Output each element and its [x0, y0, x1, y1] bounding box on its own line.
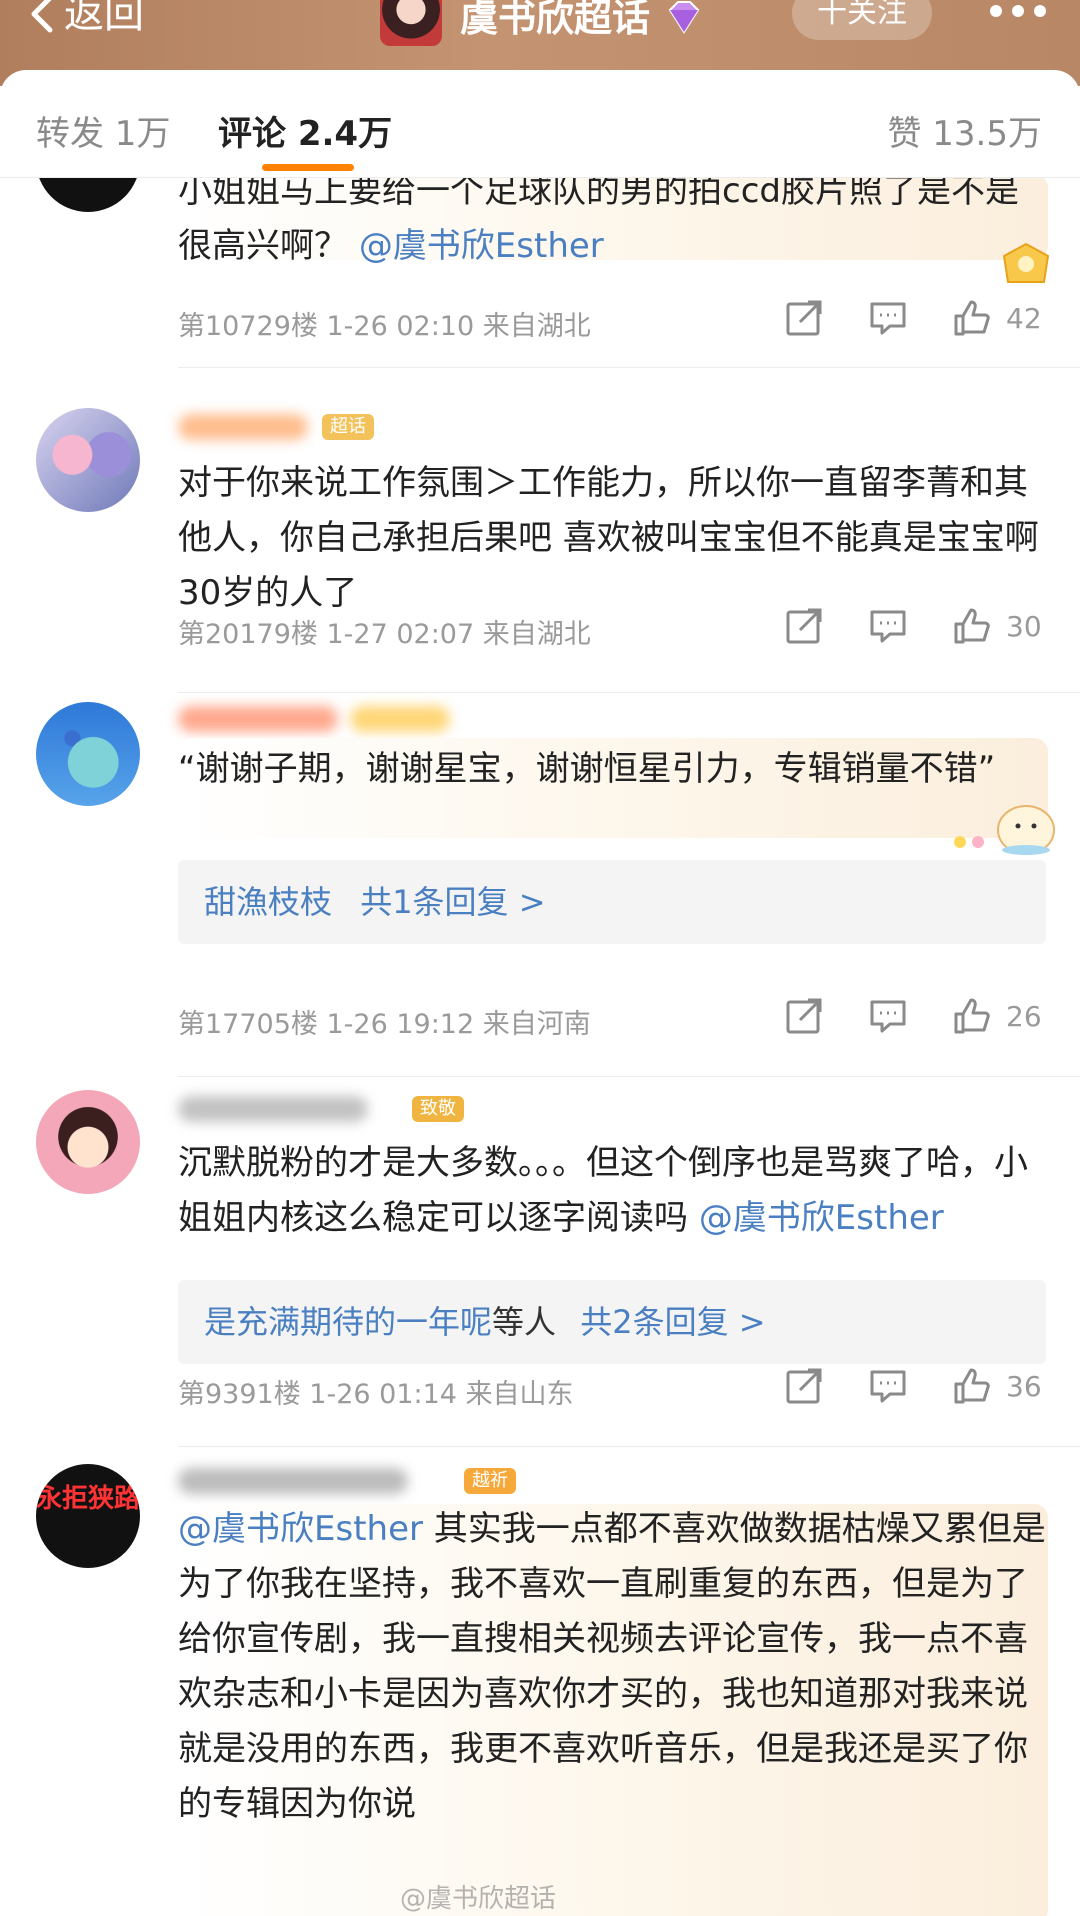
- active-tab-indicator: [262, 164, 354, 171]
- back-label: 返回: [64, 0, 144, 37]
- back-button[interactable]: 返回: [28, 0, 144, 36]
- diamond-badge-icon: [668, 1, 700, 34]
- share-icon[interactable]: [784, 996, 824, 1036]
- comment-item: 小姐姐马上要给一个足球队的男的拍ccd胶片照了是不是很高兴啊？ @虞书欣Esth…: [0, 178, 1080, 368]
- avatar[interactable]: [36, 408, 140, 512]
- comment-actions: 36: [784, 1366, 1042, 1406]
- comment-meta: 第20179楼 1-27 02:07 来自湖北: [178, 619, 591, 650]
- reply-icon[interactable]: [868, 606, 908, 646]
- topic-avatar: [380, 0, 442, 46]
- badge-blurred: [350, 706, 450, 732]
- reply-user[interactable]: 是充满期待的一年呢: [204, 1303, 492, 1341]
- comment-actions: 30: [784, 606, 1042, 646]
- reply-count[interactable]: 共1条回复 >: [360, 883, 545, 921]
- like-count: 36: [1006, 1369, 1042, 1403]
- follow-button[interactable]: 十关注: [792, 0, 932, 40]
- like-button[interactable]: 36: [952, 1366, 1042, 1406]
- comment-actions: 42: [784, 298, 1042, 338]
- reply-icon[interactable]: [868, 1366, 908, 1406]
- chevron-left-icon: [31, 0, 53, 33]
- comment-item: 致敬 沉默脱粉的才是大多数。。。但这个倒序也是骂爽了哈，小姐姐内核这么稳定可以逐…: [0, 1078, 1080, 1447]
- comment-item: 超话 对于你来说工作氛围＞工作能力，所以你一直留李菁和其他人，你自己承担后果吧 …: [0, 368, 1080, 693]
- tab-like[interactable]: 赞 13.5万: [887, 106, 1042, 155]
- tab-comment[interactable]: 评论 2.4万: [218, 106, 392, 155]
- reply-preview[interactable]: 甜漁枝枝 共1条回复 >: [178, 860, 1046, 944]
- reply-count[interactable]: 共2条回复 >: [580, 1303, 765, 1341]
- more-dots-icon[interactable]: [990, 0, 1046, 26]
- level-badge: 致敬: [412, 1096, 464, 1122]
- thumbs-up-icon: [954, 300, 990, 336]
- level-badge: 超话: [322, 414, 374, 440]
- like-count: 30: [1006, 609, 1042, 643]
- reply-suffix: 等人: [492, 1303, 557, 1341]
- username-blurred[interactable]: [178, 706, 338, 732]
- comment-body: 其实我一点都不喜欢做数据枯燥又累但是为了你我在坚持，我不喜欢一直刷重复的东西，但…: [178, 1509, 1046, 1824]
- app-root: 返回 虞书欣超话 十关注 转发 1万 评论 2.4万 赞 13.5万 小姐姐马上…: [0, 0, 1080, 1916]
- divider: [178, 692, 1080, 693]
- share-icon[interactable]: [784, 1366, 824, 1406]
- like-count: 26: [1006, 999, 1042, 1033]
- mention-link[interactable]: @虞书欣Esther: [699, 1198, 944, 1238]
- like-count: 42: [1006, 301, 1042, 335]
- comment-actions: 26: [784, 996, 1042, 1036]
- username-blurred[interactable]: [178, 414, 308, 440]
- topic-header[interactable]: 虞书欣超话: [380, 0, 704, 46]
- topic-title: 虞书欣超话: [460, 0, 651, 40]
- mention-link[interactable]: @虞书欣Esther: [359, 226, 604, 266]
- crown-sticker-icon: [1002, 242, 1050, 283]
- divider: [178, 1446, 1080, 1447]
- watermark: @虞书欣超话: [400, 1884, 557, 1914]
- comment-meta: 第9391楼 1-26 01:14 来自山东: [178, 1379, 574, 1410]
- avatar[interactable]: [36, 178, 140, 212]
- mention-link[interactable]: @虞书欣Esther: [178, 1509, 423, 1549]
- share-icon[interactable]: [784, 298, 824, 338]
- comment-meta: 第17705楼 1-26 19:12 来自河南: [178, 1009, 591, 1040]
- comment-text: 小姐姐马上要给一个足球队的男的拍ccd胶片照了是不是很高兴啊？ @虞书欣Esth…: [178, 178, 1048, 274]
- reply-user[interactable]: 甜漁枝枝: [204, 883, 332, 921]
- avatar[interactable]: 永拒狭路: [36, 1464, 140, 1568]
- cat-flower-sticker-icon: [954, 805, 1055, 855]
- comment-meta: 第10729楼 1-26 02:10 来自湖北: [178, 311, 591, 342]
- comment-item: “谢谢子期，谢谢星宝，谢谢恒星引力，专辑销量不错” 甜漁枝枝 共1条回复 > 第…: [0, 694, 1080, 1077]
- comment-sheet: 转发 1万 评论 2.4万 赞 13.5万 小姐姐马上要给一个足球队的男的拍cc…: [0, 70, 1080, 1916]
- avatar[interactable]: [36, 1090, 140, 1194]
- like-button[interactable]: 42: [952, 298, 1042, 338]
- comment-item: 永拒狭路 越祈 @虞书欣Esther 其实我一点都不喜欢做数据枯燥又累但是为了你…: [0, 1458, 1080, 1916]
- comment-text: “谢谢子期，谢谢星宝，谢谢恒星引力，专辑销量不错”: [178, 749, 996, 789]
- reply-icon[interactable]: [868, 298, 908, 338]
- tab-repost[interactable]: 转发 1万: [36, 106, 170, 155]
- comment-list[interactable]: 小姐姐马上要给一个足球队的男的拍ccd胶片照了是不是很高兴啊？ @虞书欣Esth…: [0, 178, 1080, 1916]
- reply-icon[interactable]: [868, 996, 908, 1036]
- comment-text: 沉默脱粉的才是大多数。。。但这个倒序也是骂爽了哈，小姐姐内核这么稳定可以逐字阅读…: [178, 1136, 1048, 1246]
- like-button[interactable]: 30: [952, 606, 1042, 646]
- thumbs-up-icon: [954, 998, 990, 1034]
- reply-preview[interactable]: 是充满期待的一年呢等人 共2条回复 >: [178, 1280, 1046, 1364]
- username-blurred[interactable]: [178, 1096, 368, 1122]
- thumbs-up-icon: [954, 608, 990, 644]
- divider: [178, 1076, 1080, 1077]
- thumbs-up-icon: [954, 1368, 990, 1404]
- comment-text: 对于你来说工作氛围＞工作能力，所以你一直留李菁和其他人，你自己承担后果吧 喜欢被…: [178, 463, 1039, 613]
- tab-bar: 转发 1万 评论 2.4万 赞 13.5万: [0, 70, 1080, 178]
- username-blurred[interactable]: [178, 1468, 408, 1494]
- like-button[interactable]: 26: [952, 996, 1042, 1036]
- level-badge: 越祈: [464, 1468, 516, 1494]
- share-icon[interactable]: [784, 606, 824, 646]
- comment-text: @虞书欣Esther 其实我一点都不喜欢做数据枯燥又累但是为了你我在坚持，我不喜…: [178, 1502, 1048, 1832]
- avatar[interactable]: [36, 702, 140, 806]
